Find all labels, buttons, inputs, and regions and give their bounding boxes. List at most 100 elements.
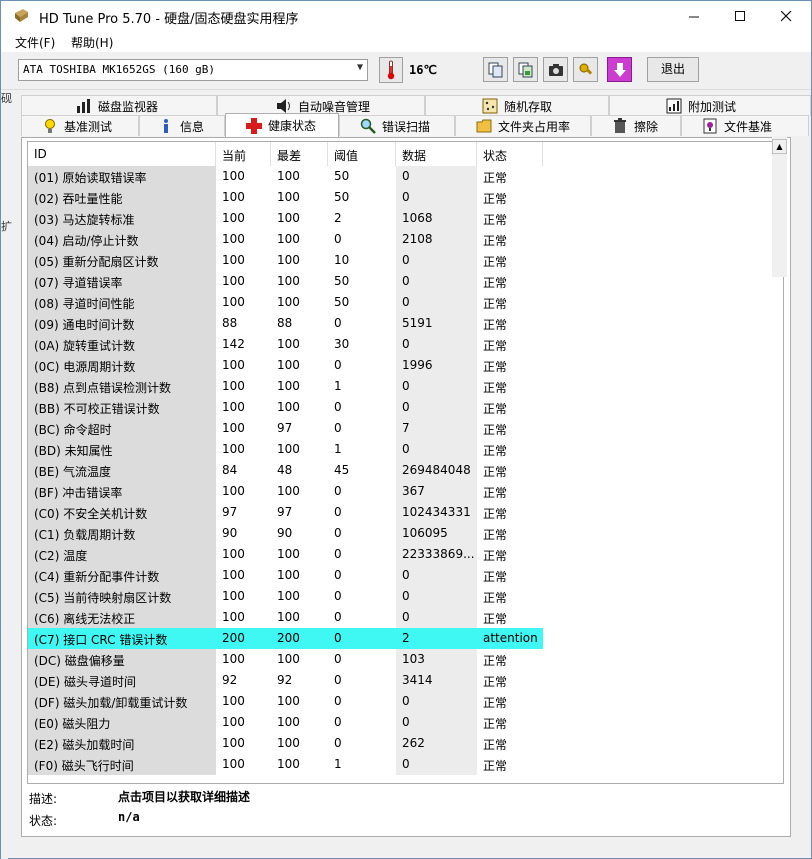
column-header-worst[interactable]: 最差 — [271, 142, 328, 166]
cell-id: (B8) 点到点错误检测计数 — [28, 376, 216, 397]
cell-data: 0 — [396, 439, 477, 460]
menu-file[interactable]: 文件(F) — [15, 34, 55, 51]
table-row[interactable]: (09) 通电时间计数 88 88 0 5191 正常 — [28, 313, 783, 334]
cell-status: 正常 — [483, 171, 508, 185]
cell-data: 262 — [396, 733, 477, 754]
cell-threshold: 0 — [334, 736, 342, 750]
table-row[interactable]: (C7) 接口 CRC 错误计数 200 200 0 2 attention — [28, 628, 543, 649]
cell-worst: 100 — [277, 400, 300, 414]
screenshot-button[interactable] — [543, 57, 568, 82]
table-row[interactable]: (C0) 不安全关机计数 97 97 0 102434331 正常 — [28, 502, 783, 523]
table-header: ID 当前 最差 阈值 数据 状态 — [28, 142, 783, 166]
cell-status: attention — [477, 628, 543, 649]
column-header-current[interactable]: 当前 — [216, 142, 271, 166]
table-row[interactable]: (B8) 点到点错误检测计数 100 100 1 0 正常 — [28, 376, 783, 397]
cell-status: 正常 — [483, 570, 508, 584]
menu-bar: 文件(F) 帮助(H) — [1, 32, 811, 52]
column-header-data[interactable]: 数据 — [396, 142, 477, 166]
table-row[interactable]: (BE) 气流温度 84 48 45 269484048 正常 — [28, 460, 783, 481]
table-row[interactable]: (BD) 未知属性 100 100 1 0 正常 — [28, 439, 783, 460]
copy-screenshot-button[interactable] — [513, 57, 538, 82]
scroll-up-icon[interactable]: ▲ — [772, 139, 787, 154]
menu-help[interactable]: 帮助(H) — [71, 34, 113, 51]
cell-data: 0 — [396, 250, 477, 271]
table-row[interactable]: (01) 原始读取错误率 100 100 50 0 正常 — [28, 166, 783, 187]
close-icon — [780, 11, 791, 22]
table-row[interactable]: (08) 寻道时间性能 100 100 50 0 正常 — [28, 292, 783, 313]
tab-error-scan[interactable]: 错误扫描 — [339, 115, 455, 136]
save-button[interactable] — [607, 57, 632, 82]
table-row[interactable]: (E0) 磁头阻力 100 100 0 0 正常 — [28, 712, 783, 733]
cell-status: 正常 — [483, 738, 508, 752]
tab-erase[interactable]: 擦除 — [591, 115, 681, 136]
tools-icon — [579, 63, 592, 75]
cell-id: (BF) 冲击错误率 — [28, 481, 216, 502]
column-header-threshold[interactable]: 阈值 — [328, 142, 396, 166]
tab-file-benchmark[interactable]: 文件基准 — [681, 115, 809, 136]
options-button[interactable] — [573, 57, 598, 82]
table-row[interactable]: (DE) 磁头寻道时间 92 92 0 3414 正常 — [28, 670, 783, 691]
table-row[interactable]: (DF) 磁头加载/卸载重试计数 100 100 0 0 正常 — [28, 691, 783, 712]
table-row[interactable]: (0A) 旋转重试计数 142 100 30 0 正常 — [28, 334, 783, 355]
cell-worst: 48 — [277, 463, 293, 477]
cell-threshold: 0 — [334, 505, 342, 519]
table-row[interactable]: (04) 启动/停止计数 100 100 0 2108 正常 — [28, 229, 783, 250]
tab-disk-monitor[interactable]: 磁盘监视器 — [21, 95, 217, 116]
table-row[interactable]: (BB) 不可校正错误计数 100 100 0 0 正常 — [28, 397, 783, 418]
tab-folder-usage[interactable]: 文件夹占用率 — [455, 115, 591, 136]
table-row[interactable]: (BC) 命令超时 100 97 0 7 正常 — [28, 418, 783, 439]
right-scrollbar[interactable]: ▲ — [772, 137, 787, 277]
exit-button[interactable]: 退出 — [647, 57, 699, 82]
cell-worst: 100 — [277, 568, 300, 582]
cell-data: 0 — [396, 754, 477, 775]
table-row[interactable]: (02) 吞吐量性能 100 100 50 0 正常 — [28, 187, 783, 208]
left-stub: 砚 扩 — [1, 90, 12, 859]
cell-data: 269484048 — [396, 460, 477, 481]
temperature-button[interactable] — [379, 57, 403, 83]
cell-data: 5191 — [396, 313, 477, 334]
tab-extra-tests[interactable]: 附加测试 — [609, 95, 811, 116]
copy-text-button[interactable] — [483, 57, 508, 82]
table-row[interactable]: (C5) 当前待映射扇区计数 100 100 0 0 正常 — [28, 586, 783, 607]
table-row[interactable]: (C6) 离线无法校正 100 100 0 0 正常 — [28, 607, 783, 628]
cell-current: 100 — [222, 442, 245, 456]
maximize-button[interactable] — [717, 1, 763, 32]
table-row[interactable]: (E2) 磁头加载时间 100 100 0 262 正常 — [28, 733, 783, 754]
info-icon — [158, 118, 174, 134]
cell-threshold: 0 — [334, 232, 342, 246]
tab-health[interactable]: 健康状态 — [225, 113, 339, 137]
temperature-readout: 16℃ — [409, 63, 437, 77]
table-row[interactable]: (07) 寻道错误率 100 100 50 0 正常 — [28, 271, 783, 292]
table-row[interactable]: (0C) 电源周期计数 100 100 0 1996 正常 — [28, 355, 783, 376]
table-row[interactable]: (C2) 温度 100 100 0 22333869... 正常 — [28, 544, 783, 565]
column-header-id[interactable]: ID — [28, 142, 216, 166]
table-row[interactable]: (C4) 重新分配事件计数 100 100 0 0 正常 — [28, 565, 783, 586]
tab-label: 文件基准 — [724, 119, 773, 134]
table-row[interactable]: (C1) 负载周期计数 90 90 0 106095 正常 — [28, 523, 783, 544]
cell-threshold: 0 — [334, 358, 342, 372]
cell-current: 100 — [222, 358, 245, 372]
table-row[interactable]: (05) 重新分配扇区计数 100 100 10 0 正常 — [28, 250, 783, 271]
smart-table[interactable]: ID 当前 最差 阈值 数据 状态 (01) 原始读取错误率 100 100 50 0 正… — [27, 141, 784, 784]
table-row[interactable]: (03) 马达旋转标准 100 100 2 1068 正常 — [28, 208, 783, 229]
tab-random-access[interactable]: 随机存取 — [425, 95, 609, 116]
cell-threshold: 1 — [334, 442, 342, 456]
close-button[interactable] — [763, 1, 809, 32]
stub-char: 砚 — [1, 92, 12, 105]
column-header-status[interactable]: 状态 — [477, 142, 543, 166]
tab-row-1: 磁盘监视器 自动噪音管理 随机存取 附加测试 — [21, 95, 811, 117]
table-row[interactable]: (DC) 磁盘偏移量 100 100 0 103 正常 — [28, 649, 783, 670]
table-body: (01) 原始读取错误率 100 100 50 0 正常 (02) 吞吐量性能 100 100 5… — [28, 166, 783, 775]
table-row[interactable]: (BF) 冲击错误率 100 100 0 367 正常 — [28, 481, 783, 502]
cell-worst: 97 — [277, 421, 293, 435]
cell-id: (01) 原始读取错误率 — [28, 166, 216, 187]
cell-worst: 100 — [277, 337, 300, 351]
tab-info[interactable]: 信息 — [139, 115, 225, 136]
cell-data: 106095 — [396, 523, 477, 544]
cell-id: (C7) 接口 CRC 错误计数 — [28, 628, 216, 649]
minimize-button[interactable] — [671, 1, 717, 32]
cell-id: (C5) 当前待映射扇区计数 — [28, 586, 216, 607]
tab-benchmark[interactable]: 基准测试 — [21, 115, 139, 136]
drive-select[interactable]: ATA TOSHIBA MK1652GS (160 gB) ▼ — [18, 59, 368, 81]
table-row[interactable]: (F0) 磁头飞行时间 100 100 1 0 正常 — [28, 754, 783, 775]
